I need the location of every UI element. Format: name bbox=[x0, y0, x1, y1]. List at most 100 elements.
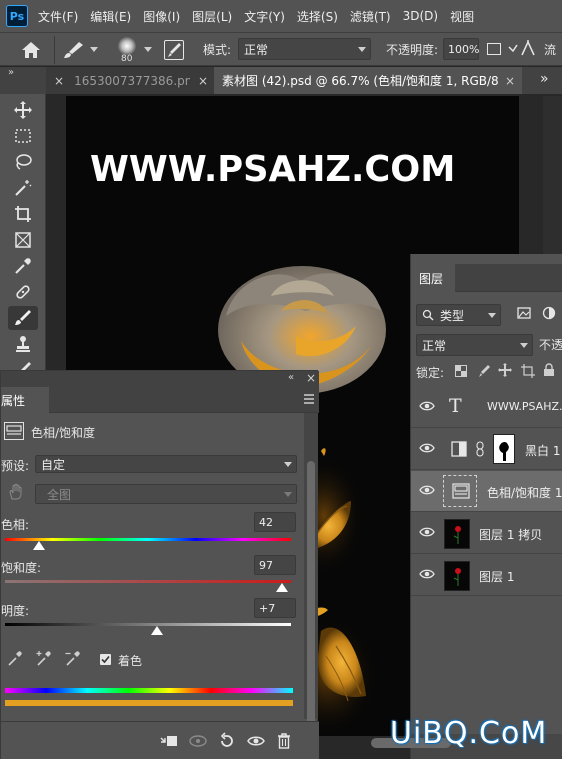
lock-artboard-icon[interactable] bbox=[521, 364, 535, 381]
close-icon[interactable]: × bbox=[505, 74, 515, 88]
lock-pixels-icon[interactable] bbox=[477, 364, 491, 381]
collapse-panel-icon[interactable]: « bbox=[288, 372, 294, 383]
menu-type[interactable]: 文字(Y) bbox=[244, 8, 285, 25]
lock-label: 锁定: bbox=[416, 366, 445, 380]
saturation-gradient-track[interactable] bbox=[5, 580, 291, 583]
layer-name: 图层 1 拷贝 bbox=[479, 528, 543, 542]
visibility-eye-icon[interactable] bbox=[419, 526, 435, 541]
brush-preview-icon[interactable] bbox=[118, 37, 136, 55]
menu-view[interactable]: 视图 bbox=[450, 8, 474, 25]
filter-adjustment-layers-icon[interactable] bbox=[542, 306, 556, 323]
layer-mask-thumbnail[interactable] bbox=[493, 434, 515, 464]
tab-close-area[interactable]: × bbox=[190, 67, 214, 94]
expand-toolbar-icon[interactable]: » bbox=[8, 67, 14, 78]
scrollbar-thumb[interactable] bbox=[307, 461, 315, 751]
menu-select[interactable]: 选择(S) bbox=[297, 8, 338, 25]
eyedropper-minus-icon[interactable] bbox=[65, 649, 83, 670]
visibility-eye-icon[interactable] bbox=[419, 400, 435, 415]
move-tool-icon[interactable] bbox=[8, 98, 38, 122]
eyedropper-tool-icon[interactable] bbox=[8, 254, 38, 278]
visibility-eye-icon[interactable] bbox=[247, 734, 265, 751]
layer-row-layer1-copy[interactable]: 图层 1 拷贝 bbox=[411, 513, 562, 554]
layer-thumbnail bbox=[444, 561, 470, 591]
chevron-down-icon[interactable] bbox=[508, 41, 518, 60]
chain-link-icon[interactable] bbox=[476, 441, 484, 460]
lightness-value-field[interactable]: +7 bbox=[254, 598, 296, 618]
brush-settings-icon[interactable] bbox=[164, 40, 184, 60]
adjustment-title: 色相/饱和度 bbox=[31, 426, 96, 440]
menu-filter[interactable]: 滤镜(T) bbox=[350, 8, 391, 25]
menu-layer[interactable]: 图层(L) bbox=[192, 8, 232, 25]
chevron-down-icon bbox=[284, 461, 292, 467]
targeted-adjustment-hand-icon[interactable] bbox=[7, 483, 23, 504]
eyedropper-icon[interactable] bbox=[7, 649, 23, 670]
mode-select[interactable]: 正常 bbox=[238, 38, 371, 60]
trash-icon[interactable] bbox=[277, 732, 291, 753]
brush-tool-preset-icon[interactable] bbox=[63, 41, 85, 62]
tab-document-psd[interactable]: 素材图 (42).psd @ 66.7% (色相/饱和度 1, RGB/8#) … bbox=[214, 67, 522, 94]
tab-close-active[interactable]: × bbox=[498, 67, 522, 94]
visibility-eye-icon[interactable] bbox=[419, 442, 435, 457]
more-tabs-icon[interactable]: » bbox=[540, 71, 549, 87]
pressure-opacity-icon[interactable] bbox=[520, 39, 536, 60]
lightness-slider-thumb[interactable] bbox=[150, 626, 163, 635]
menu-image[interactable]: 图像(I) bbox=[143, 8, 180, 25]
menu-3d[interactable]: 3D(D) bbox=[403, 9, 438, 23]
channel-select[interactable]: 全图 bbox=[35, 484, 297, 504]
properties-scrollbar[interactable] bbox=[304, 413, 318, 751]
watermark-logo: UiBQ.CoM bbox=[390, 716, 548, 751]
frame-tool-icon[interactable] bbox=[8, 228, 38, 252]
clip-to-layer-icon[interactable] bbox=[159, 733, 179, 752]
preset-select[interactable]: 自定 bbox=[35, 455, 297, 473]
eyedropper-plus-icon[interactable] bbox=[36, 649, 54, 670]
layer-filter-select[interactable]: 类型 bbox=[416, 304, 501, 326]
panel-menu-icon[interactable] bbox=[303, 393, 315, 408]
close-icon[interactable]: × bbox=[306, 371, 316, 385]
close-icon[interactable]: × bbox=[198, 74, 208, 88]
chevron-down-icon[interactable] bbox=[90, 47, 98, 52]
layer-row-hue-saturation[interactable]: 色相/饱和度 1 bbox=[411, 471, 562, 512]
tab-document-png[interactable]: × 1653007377386.png bbox=[46, 67, 212, 94]
hue-gradient-track[interactable] bbox=[5, 538, 291, 541]
saturation-slider-thumb[interactable] bbox=[276, 583, 289, 592]
tab-properties[interactable]: 属性 bbox=[1, 387, 49, 413]
hue-value-field[interactable]: 42 bbox=[254, 512, 296, 532]
opacity-field[interactable]: 100% bbox=[443, 38, 479, 60]
magic-wand-tool-icon[interactable] bbox=[8, 176, 38, 200]
view-previous-state-icon[interactable] bbox=[188, 733, 208, 752]
healing-brush-tool-icon[interactable] bbox=[8, 280, 38, 304]
menu-edit[interactable]: 编辑(E) bbox=[90, 8, 131, 25]
lightness-gradient-track[interactable] bbox=[5, 623, 291, 626]
blend-mode-select[interactable]: 正常 bbox=[416, 334, 533, 356]
chevron-down-icon[interactable] bbox=[144, 47, 152, 52]
menu-file[interactable]: 文件(F) bbox=[38, 8, 78, 25]
lock-transparent-icon[interactable] bbox=[455, 365, 467, 380]
lasso-tool-icon[interactable] bbox=[8, 150, 38, 174]
layer-name: 色相/饱和度 1 bbox=[487, 486, 562, 500]
colorize-checkbox[interactable] bbox=[100, 654, 111, 665]
brush-tool-icon[interactable] bbox=[8, 306, 38, 330]
layer-thumbnail bbox=[444, 519, 470, 549]
opacity-slider-icon[interactable] bbox=[487, 43, 501, 55]
reset-icon[interactable] bbox=[219, 732, 235, 753]
chevron-down-icon bbox=[488, 312, 496, 318]
filter-pixel-layers-icon[interactable] bbox=[517, 306, 531, 323]
saturation-value-field[interactable]: 97 bbox=[254, 555, 296, 575]
visibility-eye-icon[interactable] bbox=[419, 484, 435, 499]
lock-position-icon[interactable] bbox=[498, 363, 512, 380]
home-icon[interactable] bbox=[20, 40, 42, 63]
tab-layers[interactable]: 图层 bbox=[411, 264, 455, 292]
document-tab-bar: » × 1653007377386.png × 素材图 (42).psd @ 6… bbox=[0, 67, 562, 94]
colorize-label: 着色 bbox=[118, 654, 143, 668]
close-icon[interactable]: × bbox=[54, 74, 64, 88]
tools-panel bbox=[0, 94, 46, 394]
crop-tool-icon[interactable] bbox=[8, 202, 38, 226]
visibility-eye-icon[interactable] bbox=[419, 568, 435, 583]
lock-all-icon[interactable] bbox=[543, 363, 555, 380]
layer-row-layer1[interactable]: 图层 1 bbox=[411, 555, 562, 596]
layer-row-black-white[interactable]: 黑白 1 bbox=[411, 429, 562, 470]
clone-stamp-tool-icon[interactable] bbox=[8, 332, 38, 356]
marquee-tool-icon[interactable] bbox=[8, 124, 38, 148]
hue-slider-thumb[interactable] bbox=[33, 541, 46, 550]
layer-row-text[interactable]: T WWW.PSAHZ.C bbox=[411, 387, 562, 428]
